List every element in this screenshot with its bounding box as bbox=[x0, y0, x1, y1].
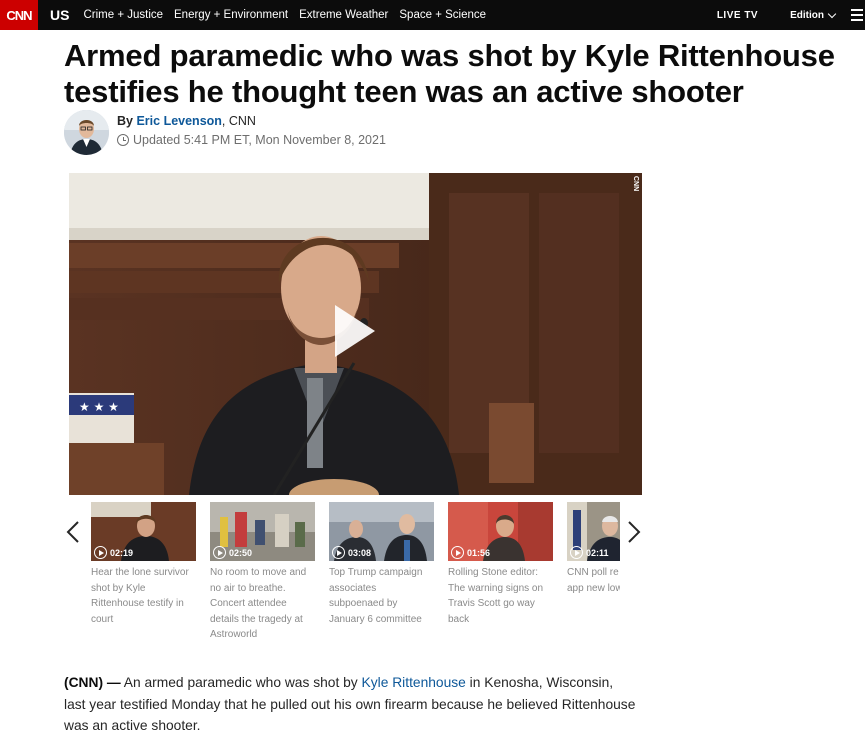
carousel-item[interactable]: 02:11 CNN poll re Biden's app new low bbox=[567, 502, 620, 596]
author-link[interactable]: Eric Levenson bbox=[136, 114, 221, 128]
carousel-thumbnail: 03:08 bbox=[329, 502, 434, 561]
byline: By Eric Levenson, CNN bbox=[117, 114, 256, 128]
chevron-down-icon bbox=[827, 9, 837, 18]
duration-badge: 03:08 bbox=[332, 546, 371, 559]
carousel-item[interactable]: 01:56 Rolling Stone editor: The warning … bbox=[448, 502, 553, 627]
play-circle-icon bbox=[213, 546, 226, 559]
carousel-item[interactable]: 02:19 Hear the lone survivor shot by Kyl… bbox=[91, 502, 196, 627]
live-tv-link[interactable]: LIVE TV bbox=[717, 10, 758, 21]
carousel-thumbnail: 02:19 bbox=[91, 502, 196, 561]
carousel-caption[interactable]: CNN poll re Biden's app new low bbox=[567, 565, 620, 596]
edition-dropdown[interactable]: Edition bbox=[790, 9, 837, 21]
kyle-rittenhouse-link[interactable]: Kyle Rittenhouse bbox=[362, 675, 466, 690]
nav-link-extreme-weather[interactable]: Extreme Weather bbox=[299, 9, 388, 21]
carousel-thumbnail: 02:11 bbox=[567, 502, 620, 561]
play-circle-icon bbox=[332, 546, 345, 559]
byline-prefix: By bbox=[117, 114, 133, 128]
carousel-prev-icon[interactable] bbox=[66, 521, 80, 543]
nav-link-energy-environment[interactable]: Energy + Environment bbox=[174, 9, 288, 21]
duration-text: 01:56 bbox=[467, 547, 491, 558]
duration-badge: 02:19 bbox=[94, 546, 133, 559]
svg-text:★ ★ ★: ★ ★ ★ bbox=[79, 400, 119, 414]
author-avatar[interactable] bbox=[64, 110, 109, 155]
carousel-item[interactable]: 02:50 No room to move and no air to brea… bbox=[210, 502, 315, 642]
nav-link-crime-justice[interactable]: Crime + Justice bbox=[83, 9, 163, 21]
play-circle-icon bbox=[570, 546, 583, 559]
clock-icon bbox=[117, 134, 129, 146]
byline-outlet: , CNN bbox=[221, 114, 256, 128]
play-icon[interactable] bbox=[333, 303, 377, 359]
duration-text: 03:08 bbox=[348, 547, 372, 558]
carousel-caption[interactable]: No room to move and no air to breathe. C… bbox=[210, 565, 314, 642]
duration-text: 02:50 bbox=[229, 547, 253, 558]
edition-label: Edition bbox=[790, 9, 824, 21]
cnn-watermark: CNN bbox=[632, 176, 639, 192]
carousel-caption[interactable]: Top Trump campaign associates subpoenaed… bbox=[329, 565, 433, 627]
menu-icon[interactable] bbox=[851, 0, 865, 30]
article-paragraph: (CNN) — An armed paramedic who was shot … bbox=[64, 672, 636, 737]
play-circle-icon bbox=[94, 546, 107, 559]
top-navigation: CNN US Crime + Justice Energy + Environm… bbox=[0, 0, 865, 30]
carousel-thumbnail: 01:56 bbox=[448, 502, 553, 561]
video-carousel: 02:19 Hear the lone survivor shot by Kyl… bbox=[91, 502, 620, 642]
duration-badge: 01:56 bbox=[451, 546, 490, 559]
carousel-caption[interactable]: Hear the lone survivor shot by Kyle Ritt… bbox=[91, 565, 195, 627]
duration-text: 02:19 bbox=[110, 547, 134, 558]
carousel-next-icon[interactable] bbox=[627, 521, 641, 543]
duration-badge: 02:50 bbox=[213, 546, 252, 559]
carousel-thumbnail: 02:50 bbox=[210, 502, 315, 561]
cnn-logo[interactable]: CNN bbox=[0, 0, 38, 30]
section-title[interactable]: US bbox=[50, 7, 69, 23]
nav-links: Crime + Justice Energy + Environment Ext… bbox=[83, 9, 486, 21]
nav-right: LIVE TV Edition bbox=[717, 0, 865, 30]
updated-timestamp: Updated 5:41 PM ET, Mon November 8, 2021 bbox=[117, 133, 386, 147]
article-headline: Armed paramedic who was shot by Kyle Rit… bbox=[64, 38, 835, 109]
updated-text: Updated 5:41 PM ET, Mon November 8, 2021 bbox=[133, 133, 386, 147]
duration-text: 02:11 bbox=[586, 547, 609, 558]
nav-link-space-science[interactable]: Space + Science bbox=[399, 9, 486, 21]
paragraph-text: An armed paramedic who was shot by bbox=[120, 675, 362, 690]
carousel-caption[interactable]: Rolling Stone editor: The warning signs … bbox=[448, 565, 552, 627]
carousel-item[interactable]: 03:08 Top Trump campaign associates subp… bbox=[329, 502, 434, 627]
play-circle-icon bbox=[451, 546, 464, 559]
dateline: (CNN) — bbox=[64, 675, 121, 690]
duration-badge: 02:11 bbox=[570, 546, 609, 559]
